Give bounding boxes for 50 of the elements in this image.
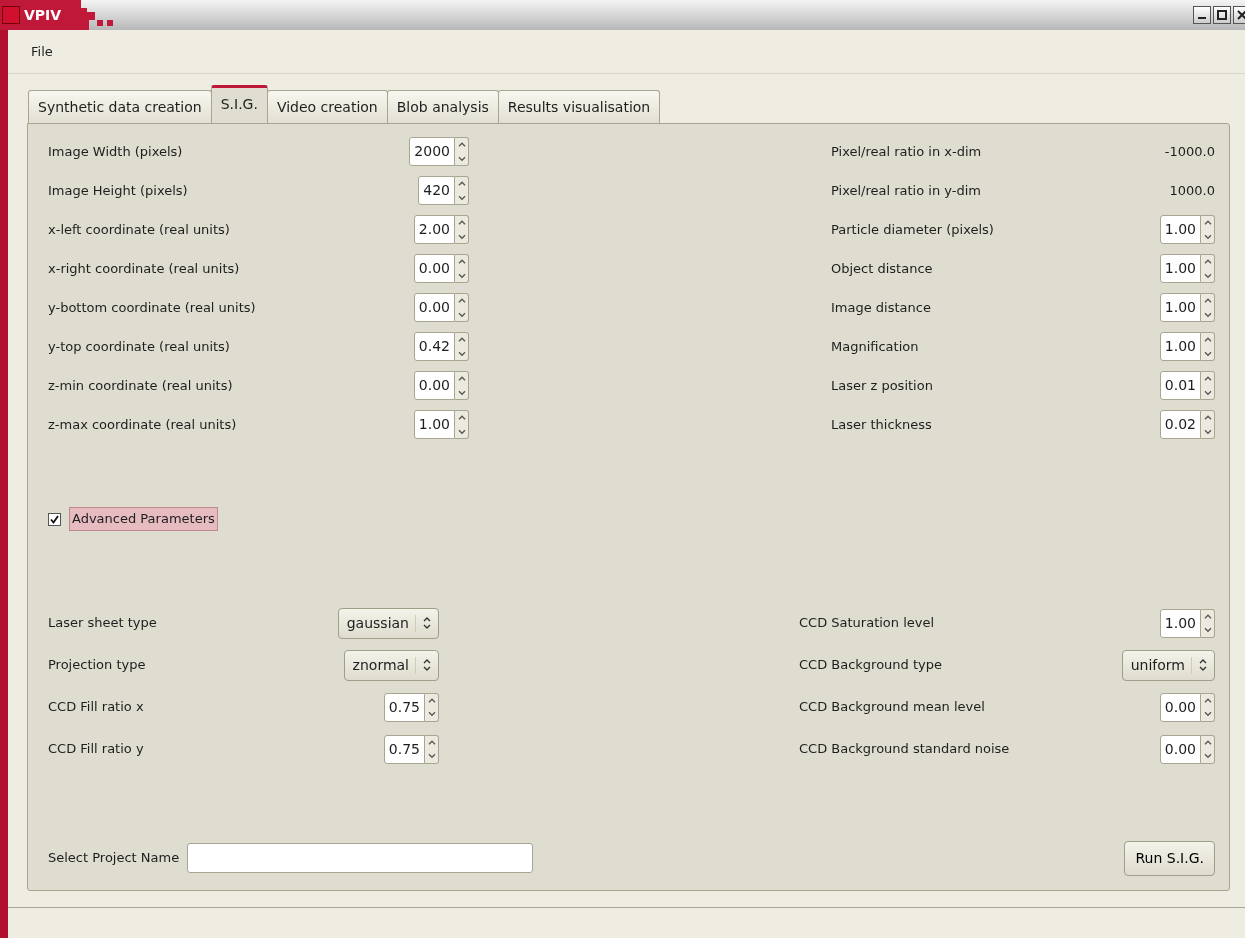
- field-label: Image Width (pixels): [48, 142, 183, 161]
- field-label: z-max coordinate (real units): [48, 415, 237, 434]
- up-down-chevron-icon: [422, 658, 432, 672]
- minimize-icon: [1198, 17, 1206, 19]
- maximize-button[interactable]: [1213, 6, 1231, 24]
- field-label: x-right coordinate (real units): [48, 259, 240, 278]
- field-label: Laser sheet type: [48, 614, 157, 633]
- dropdown[interactable]: znormal: [343, 649, 439, 681]
- run-button[interactable]: Run S.I.G.: [1124, 840, 1215, 876]
- field-label: CCD Background type: [799, 656, 943, 675]
- field-label: CCD Background mean level: [799, 698, 985, 717]
- advanced-checkbox[interactable]: [48, 512, 61, 526]
- field-label: Magnification: [831, 337, 919, 356]
- advanced-parameters-label[interactable]: Advanced Parameters: [69, 507, 218, 531]
- field-label: Projection type: [48, 656, 146, 675]
- field-label: Pixel/real ratio in x-dim: [831, 142, 982, 161]
- minimize-button[interactable]: [1193, 6, 1211, 24]
- field-label: Image distance: [831, 298, 931, 317]
- field-label: Pixel/real ratio in y-dim: [831, 181, 981, 200]
- field-label: CCD Saturation level: [799, 614, 935, 633]
- field-label: CCD Fill ratio y: [48, 740, 144, 759]
- up-down-chevron-icon: [422, 616, 432, 630]
- tab[interactable]: Video creation: [266, 90, 388, 123]
- window-title: VPIV: [24, 5, 62, 25]
- menu-item[interactable]: File: [31, 41, 53, 62]
- field-label: Particle diameter (pixels): [831, 220, 994, 239]
- close-icon: [1237, 10, 1245, 20]
- project-name-field[interactable]: [187, 843, 534, 873]
- maximize-icon: [1217, 10, 1227, 20]
- tab[interactable]: Synthetic data creation: [28, 90, 212, 123]
- field-label: Image Height (pixels): [48, 181, 188, 200]
- tab[interactable]: S.I.G.: [210, 85, 268, 123]
- value-text: 1000.0: [1169, 181, 1215, 200]
- dropdown[interactable]: uniform: [1121, 649, 1215, 681]
- project-name-label: Select Project Name: [48, 849, 180, 868]
- field-label: y-top coordinate (real units): [48, 337, 230, 356]
- field-label: z-min coordinate (real units): [48, 376, 233, 395]
- dropdown[interactable]: gaussian: [337, 607, 439, 639]
- app-icon: [2, 6, 20, 24]
- field-label: y-bottom coordinate (real units): [48, 298, 256, 317]
- field-label: Laser thickness: [831, 415, 932, 434]
- field-label: CCD Background standard noise: [799, 740, 1010, 759]
- field-label: x-left coordinate (real units): [48, 220, 230, 239]
- up-down-chevron-icon: [1198, 658, 1208, 672]
- tab[interactable]: Blob analysis: [386, 90, 499, 123]
- field-label: Laser z position: [831, 376, 933, 395]
- field-label: Object distance: [831, 259, 933, 278]
- tab[interactable]: Results visualisation: [497, 90, 661, 123]
- value-text: -1000.0: [1164, 142, 1215, 161]
- field-label: CCD Fill ratio x: [48, 698, 144, 717]
